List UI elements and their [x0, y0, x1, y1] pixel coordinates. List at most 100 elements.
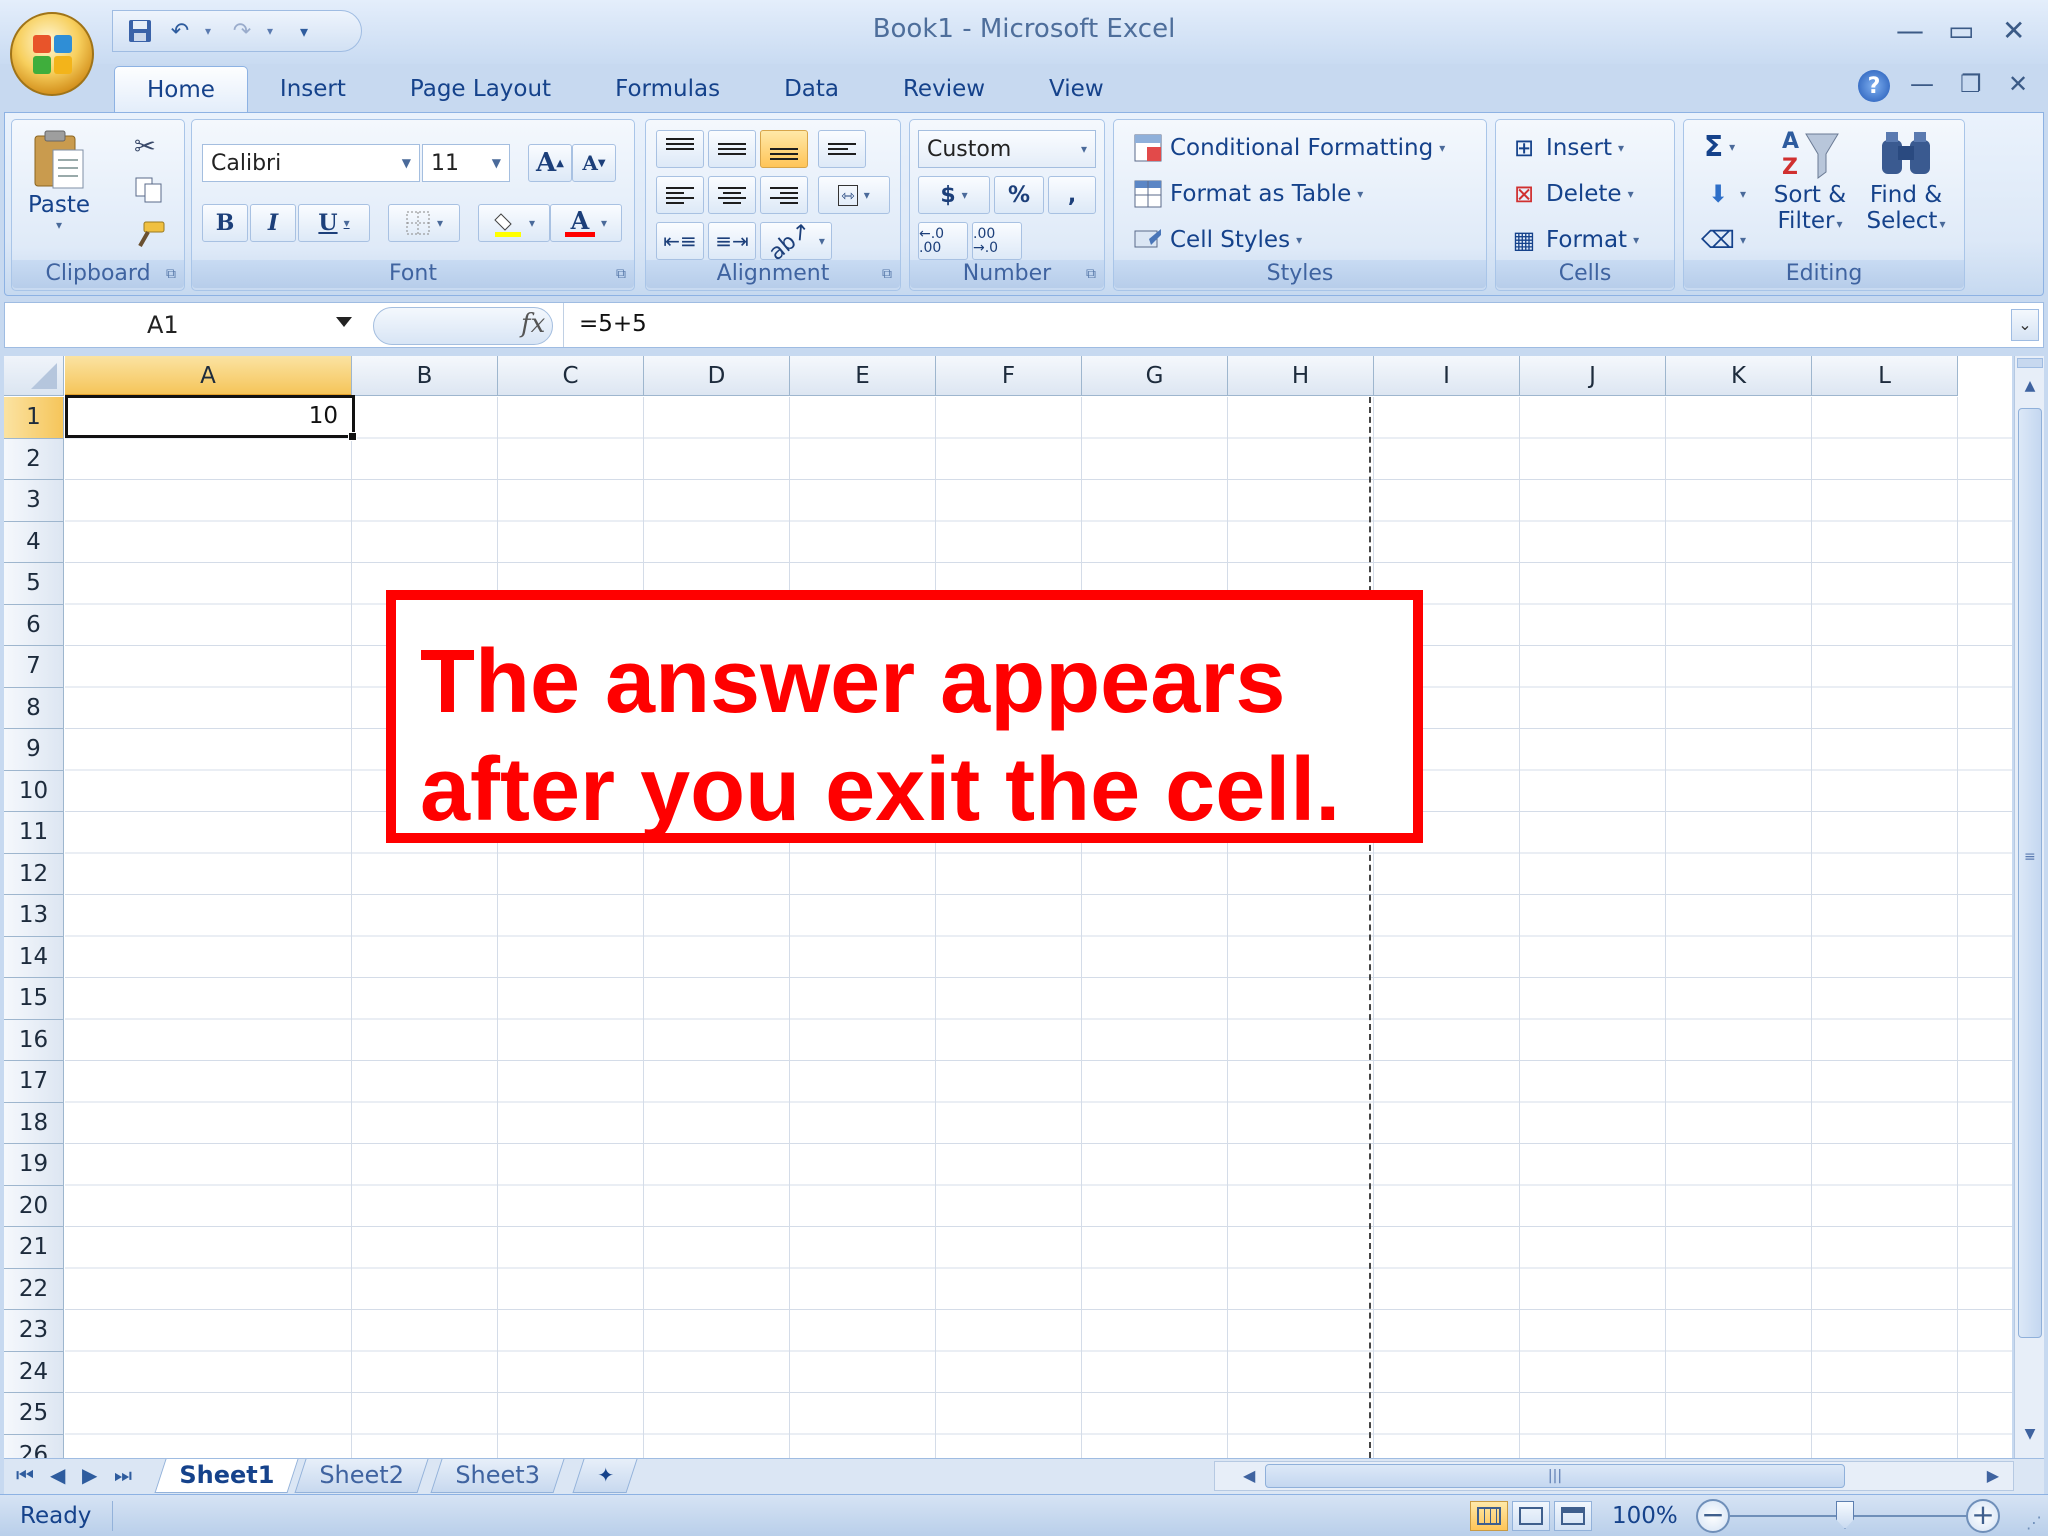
tab-data[interactable]: Data	[752, 66, 871, 112]
format-as-table-dropdown-icon[interactable]: ▾	[1357, 187, 1363, 201]
percent-style-button[interactable]: %	[994, 176, 1044, 214]
merge-center-button[interactable]: ⇿ ▾	[818, 176, 890, 214]
alignment-launcher-icon[interactable]: ⧉	[882, 266, 892, 282]
fill-color-dropdown-icon[interactable]: ▾	[529, 216, 535, 230]
align-left-button[interactable]	[656, 176, 704, 214]
expand-formula-bar-icon[interactable]: ⌄	[2011, 309, 2039, 341]
autosum-button[interactable]: Σ ▾	[1704, 130, 1735, 163]
page-layout-view-button[interactable]	[1512, 1501, 1550, 1531]
row-header-17[interactable]: 17	[4, 1061, 64, 1103]
align-bottom-button[interactable]	[760, 130, 808, 168]
split-box[interactable]	[2017, 358, 2043, 368]
number-launcher-icon[interactable]: ⧉	[1086, 266, 1096, 282]
insert-cells-dropdown-icon[interactable]: ▾	[1618, 141, 1624, 155]
formula-input[interactable]: =5+5	[579, 311, 647, 337]
cells-area[interactable]	[65, 397, 2012, 1458]
page-break-preview-button[interactable]	[1554, 1501, 1592, 1531]
workbook-minimize-button[interactable]: —	[1910, 70, 1934, 98]
row-header-21[interactable]: 21	[4, 1227, 64, 1269]
normal-view-button[interactable]	[1470, 1501, 1508, 1531]
autosum-dropdown-icon[interactable]: ▾	[1729, 140, 1735, 154]
find-select-button[interactable]: Find & Select ▾	[1864, 126, 1948, 237]
sheet-tab-sheet2[interactable]: Sheet2	[294, 1459, 429, 1493]
cell-styles-dropdown-icon[interactable]: ▾	[1296, 233, 1302, 247]
format-painter-icon[interactable]	[134, 220, 166, 250]
clear-dropdown-icon[interactable]: ▾	[1740, 233, 1746, 247]
decrease-indent-button[interactable]: ⇤≡	[656, 222, 704, 260]
paste-dropdown-icon[interactable]: ▾	[56, 218, 62, 232]
row-header-9[interactable]: 9	[4, 729, 64, 771]
save-icon[interactable]	[125, 16, 155, 46]
copy-icon[interactable]	[134, 176, 164, 204]
row-header-7[interactable]: 7	[4, 646, 64, 688]
format-cells-dropdown-icon[interactable]: ▾	[1633, 233, 1639, 247]
borders-button[interactable]: ▾	[388, 204, 460, 242]
align-center-button[interactable]	[708, 176, 756, 214]
increase-decimal-button[interactable]: ←.0 .00	[918, 222, 968, 260]
horizontal-scroll-thumb[interactable]: |||	[1265, 1464, 1845, 1488]
row-header-12[interactable]: 12	[4, 853, 64, 895]
row-header-18[interactable]: 18	[4, 1102, 64, 1144]
horizontal-scrollbar[interactable]: ◀ ||| ▶	[1214, 1461, 2014, 1491]
row-header-19[interactable]: 19	[4, 1144, 64, 1186]
resize-grip-icon[interactable]: ⋰	[2026, 1513, 2042, 1532]
tab-view[interactable]: View	[1017, 66, 1136, 112]
font-size-dropdown-icon[interactable]: ▼	[492, 156, 501, 170]
customize-qat-icon[interactable]: ▾	[289, 16, 319, 46]
column-header-f[interactable]: F	[936, 356, 1082, 396]
column-header-a[interactable]: A	[65, 356, 352, 396]
font-color-dropdown-icon[interactable]: ▾	[601, 216, 607, 230]
column-header-c[interactable]: C	[498, 356, 644, 396]
row-header-16[interactable]: 16	[4, 1019, 64, 1061]
wrap-text-button[interactable]	[818, 130, 866, 168]
merge-center-dropdown-icon[interactable]: ▾	[864, 188, 870, 202]
row-header-24[interactable]: 24	[4, 1351, 64, 1393]
decrease-decimal-button[interactable]: .00 →.0	[972, 222, 1022, 260]
column-header-j[interactable]: J	[1520, 356, 1666, 396]
conditional-formatting-dropdown-icon[interactable]: ▾	[1439, 141, 1445, 155]
tab-page-layout[interactable]: Page Layout	[378, 66, 583, 112]
italic-button[interactable]: I	[250, 204, 296, 242]
tab-review[interactable]: Review	[871, 66, 1017, 112]
row-header-1[interactable]: 1	[4, 397, 64, 439]
cell-styles-button[interactable]: Cell Styles ▾	[1132, 224, 1302, 256]
worksheet-grid[interactable]: ABCDEFGHIJKL 1 2 3 4 5 6 7 8 9 10 11 12 13 14 15 16 17 18…	[4, 356, 2012, 1458]
row-header-2[interactable]: 2	[4, 438, 64, 480]
insert-worksheet-button[interactable]: ✦	[572, 1459, 638, 1493]
borders-dropdown-icon[interactable]: ▾	[437, 216, 443, 230]
zoom-out-button[interactable]: −	[1696, 1499, 1730, 1533]
orientation-dropdown-icon[interactable]: ▾	[819, 234, 825, 248]
fill-handle[interactable]	[348, 432, 357, 441]
zoom-slider-thumb[interactable]	[1836, 1501, 1854, 1529]
font-color-button[interactable]: A ▾	[550, 204, 622, 242]
align-middle-button[interactable]	[708, 130, 756, 168]
tab-insert[interactable]: Insert	[248, 66, 378, 112]
workbook-restore-button[interactable]: ❐	[1960, 70, 1982, 98]
fill-button[interactable]: ⬇ ▾	[1702, 178, 1746, 210]
underline-button[interactable]: U ▾	[298, 204, 370, 242]
format-as-table-button[interactable]: Format as Table ▾	[1132, 178, 1363, 210]
next-sheet-icon[interactable]: ▶	[82, 1463, 97, 1487]
bold-button[interactable]: B	[202, 204, 248, 242]
row-header-11[interactable]: 11	[4, 812, 64, 854]
name-box[interactable]: A1	[5, 303, 360, 347]
row-header-23[interactable]: 23	[4, 1310, 64, 1352]
format-cells-button[interactable]: ▦ Format ▾	[1508, 224, 1639, 256]
select-all-button[interactable]	[4, 356, 64, 396]
zoom-level[interactable]: 100%	[1612, 1503, 1678, 1529]
row-header-13[interactable]: 13	[4, 895, 64, 937]
column-header-b[interactable]: B	[352, 356, 498, 396]
column-header-i[interactable]: I	[1374, 356, 1520, 396]
comma-style-button[interactable]: ,	[1048, 176, 1096, 214]
row-header-20[interactable]: 20	[4, 1185, 64, 1227]
accounting-format-dropdown-icon[interactable]: ▾	[962, 188, 968, 202]
row-header-14[interactable]: 14	[4, 936, 64, 978]
conditional-formatting-button[interactable]: Conditional Formatting ▾	[1132, 132, 1445, 164]
redo-dropdown-icon[interactable]: ▾	[267, 24, 279, 38]
underline-dropdown-icon[interactable]: ▾	[344, 216, 350, 230]
row-header-26[interactable]: 26	[4, 1434, 64, 1458]
row-header-5[interactable]: 5	[4, 563, 64, 605]
vertical-scrollbar[interactable]: ▲ ≡ ▼	[2014, 356, 2044, 1458]
sort-filter-button[interactable]: A Z Sort & Filter ▾	[1770, 126, 1850, 237]
tab-formulas[interactable]: Formulas	[583, 66, 752, 112]
